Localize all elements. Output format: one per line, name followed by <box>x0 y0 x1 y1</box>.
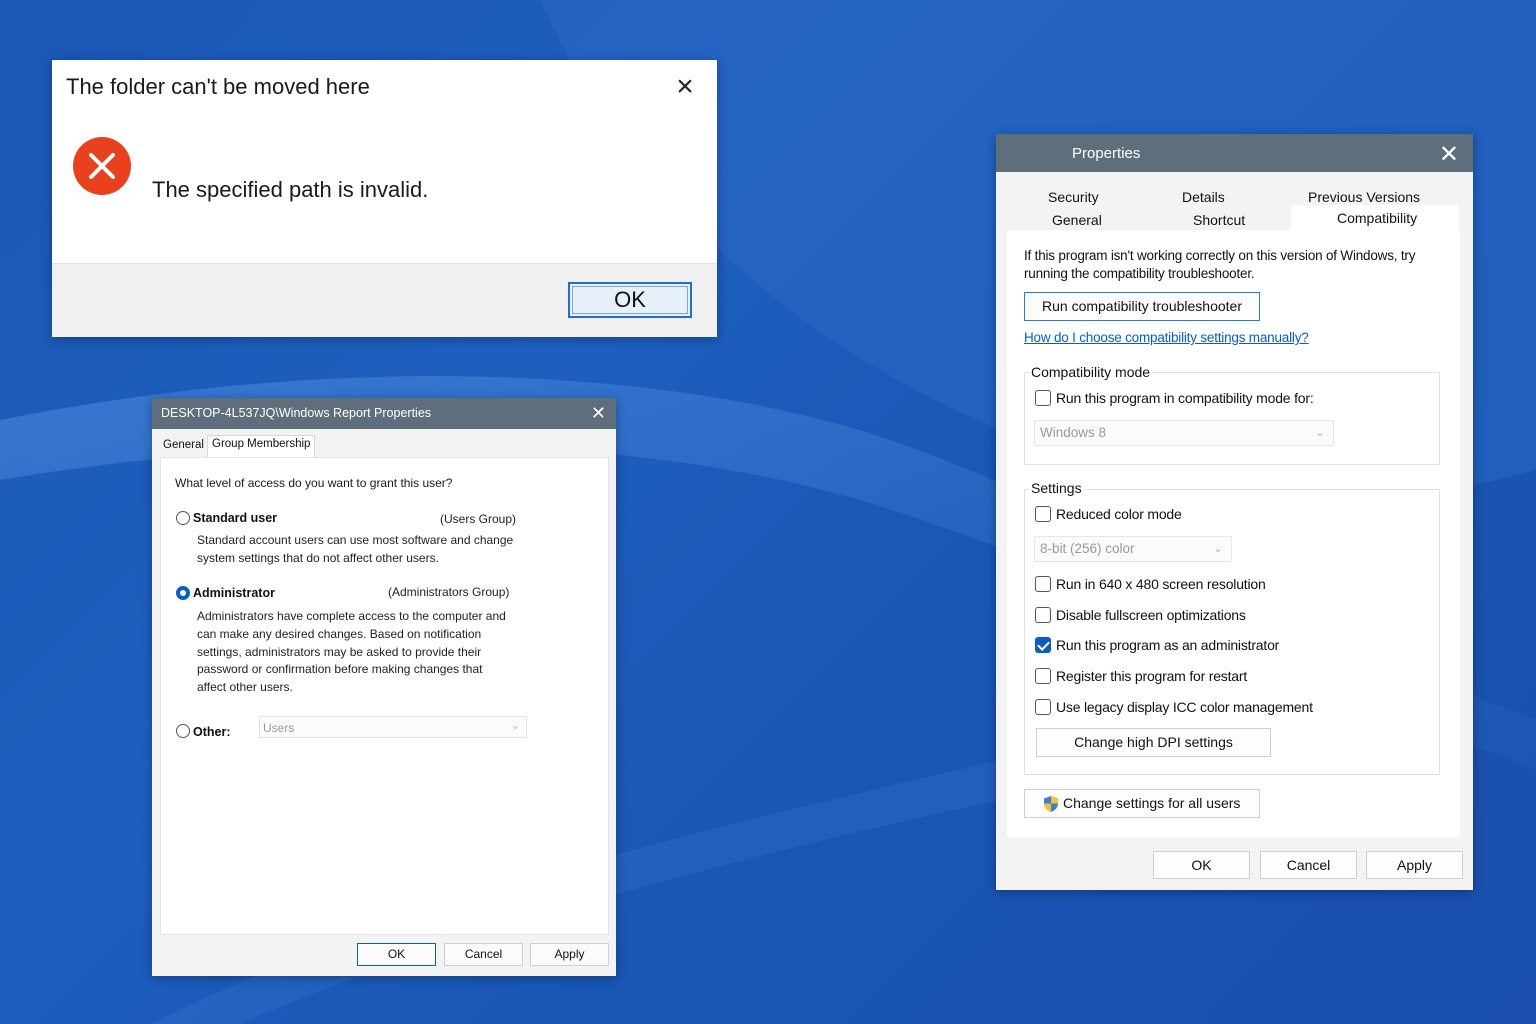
standard-user-label: Standard user <box>193 511 278 525</box>
run-troubleshooter-button[interactable]: Run compatibility troubleshooter <box>1024 292 1260 321</box>
reduced-color-checkbox[interactable] <box>1035 506 1051 522</box>
run-as-admin-label: Run this program as an administrator <box>1056 637 1280 653</box>
description-line: Administrators have complete access to t… <box>197 609 506 623</box>
change-all-users-button[interactable]: Change settings for all users <box>1024 789 1260 818</box>
other-label: Other: <box>193 725 231 739</box>
standard-user-group: (Users Group) <box>440 512 517 526</box>
administrator-group: (Administrators Group) <box>388 585 510 599</box>
description-line: can make any desired changes. Based on n… <box>197 626 482 641</box>
error-x-icon <box>73 137 131 195</box>
tab-panel: What level of access do you want to gran… <box>160 457 609 935</box>
run-as-admin-checkbox[interactable] <box>1035 637 1051 653</box>
apply-button[interactable]: Apply <box>530 943 609 966</box>
description-line: settings, administrators may be asked to… <box>197 644 482 659</box>
manual-settings-link[interactable]: How do I choose compatibility settings m… <box>1024 330 1309 345</box>
disable-fullscreen-label: Disable fullscreen optimizations <box>1056 607 1246 623</box>
ok-button[interactable]: OK <box>357 943 436 966</box>
tab-shortcut[interactable]: Shortcut <box>1193 212 1245 228</box>
tab-security[interactable]: Security <box>1048 189 1099 205</box>
intro-text: If this program isn't working correctly … <box>1024 248 1416 281</box>
other-group-select[interactable]: Users ⌄ <box>259 716 527 738</box>
close-icon[interactable]: × <box>671 72 699 102</box>
cancel-button[interactable]: Cancel <box>444 943 523 966</box>
error-dialog-title: The folder can't be moved here <box>66 74 370 99</box>
dialog-title: Properties <box>1072 145 1141 162</box>
error-message: The specified path is invalid. <box>152 177 429 202</box>
register-restart-checkbox[interactable] <box>1035 668 1051 684</box>
error-dialog: The folder can't be moved here × The spe… <box>52 60 717 337</box>
cancel-button[interactable]: Cancel <box>1260 851 1357 879</box>
resolution-640-checkbox[interactable] <box>1035 576 1051 592</box>
disable-fullscreen-checkbox[interactable] <box>1035 607 1051 623</box>
administrator-radio[interactable] <box>176 586 190 600</box>
close-icon[interactable]: ✕ <box>1439 140 1459 169</box>
tab-group-membership[interactable]: Group Membership <box>207 435 316 458</box>
close-icon[interactable]: ✕ <box>591 403 606 424</box>
other-radio[interactable] <box>176 724 190 738</box>
access-question: What level of access do you want to gran… <box>175 476 453 490</box>
user-properties-dialog: DESKTOP-4L537JQ\Windows Report Propertie… <box>152 398 616 976</box>
compatibility-mode-label: Compatibility mode <box>1029 364 1153 380</box>
resolution-640-label: Run in 640 x 480 screen resolution <box>1056 576 1266 592</box>
apply-button[interactable]: Apply <box>1366 851 1463 879</box>
change-all-users-label: Change settings for all users <box>1063 795 1241 811</box>
description-line: password or confirmation before making c… <box>197 662 483 677</box>
title-bar[interactable]: DESKTOP-4L537JQ\Windows Report Propertie… <box>152 398 616 429</box>
standard-user-radio[interactable] <box>176 511 190 525</box>
ok-button[interactable]: OK <box>1153 851 1250 879</box>
select-value: Users <box>263 721 295 735</box>
standard-user-description: Standard account users can use most soft… <box>197 532 513 568</box>
description-line: system settings that do not affect other… <box>197 550 439 565</box>
chevron-down-icon: ⌄ <box>1314 425 1325 439</box>
compatibility-mode-checkbox[interactable] <box>1035 390 1051 406</box>
tab-details[interactable]: Details <box>1182 189 1225 205</box>
program-properties-dialog: Properties ✕ Security Details Previous V… <box>996 134 1473 890</box>
reduced-color-label: Reduced color mode <box>1056 506 1182 522</box>
tab-general[interactable]: General <box>1052 212 1102 228</box>
tab-general[interactable]: General <box>159 437 208 453</box>
windows-version-select[interactable]: Windows 8 ⌄ <box>1034 420 1334 446</box>
tab-previous-versions[interactable]: Previous Versions <box>1308 189 1420 205</box>
compatibility-mode-checkbox-label: Run this program in compatibility mode f… <box>1056 390 1314 406</box>
chevron-down-icon: ⌄ <box>1212 541 1223 555</box>
compatibility-mode-group <box>1024 372 1440 465</box>
compatibility-panel: If this program isn't working correctly … <box>1007 230 1460 837</box>
description-line: Standard account users can use most soft… <box>197 533 514 547</box>
title-bar[interactable]: Properties ✕ <box>996 134 1473 172</box>
chevron-down-icon: ⌄ <box>510 720 520 732</box>
dialog-title: DESKTOP-4L537JQ\Windows Report Propertie… <box>161 406 432 420</box>
tab-compatibility[interactable]: Compatibility <box>1337 210 1417 226</box>
select-value: Windows 8 <box>1040 425 1107 440</box>
administrator-label: Administrator <box>193 586 275 600</box>
legacy-icc-checkbox[interactable] <box>1035 699 1051 715</box>
ok-button[interactable]: OK <box>568 282 692 318</box>
change-dpi-button[interactable]: Change high DPI settings <box>1036 728 1271 757</box>
settings-label: Settings <box>1029 480 1084 496</box>
legacy-icc-label: Use legacy display ICC color management <box>1056 699 1313 715</box>
register-restart-label: Register this program for restart <box>1056 668 1248 684</box>
select-value: 8-bit (256) color <box>1040 541 1135 556</box>
description-line: affect other users. <box>197 680 293 695</box>
administrator-description: Administrators have complete access to t… <box>197 608 506 697</box>
color-depth-select[interactable]: 8-bit (256) color ⌄ <box>1034 536 1232 562</box>
shield-icon <box>1044 796 1058 812</box>
